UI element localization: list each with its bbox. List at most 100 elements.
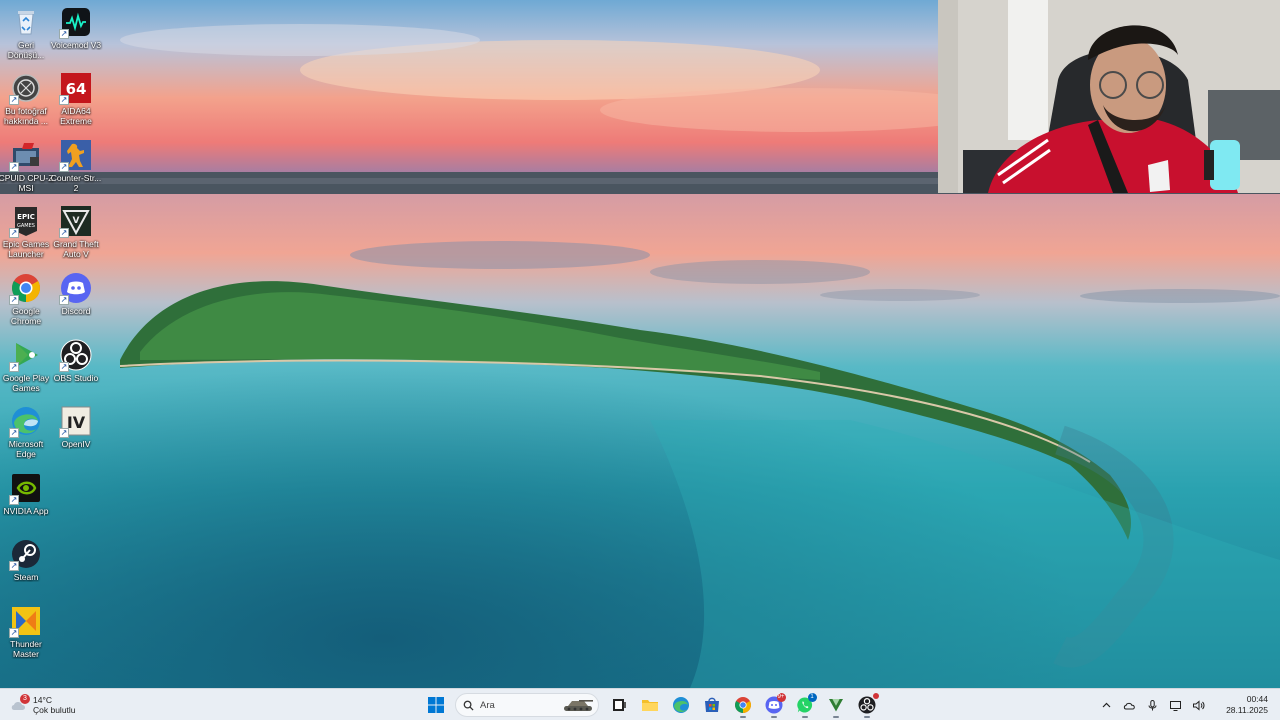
weather-widget[interactable]: 3 14°C Çok bulutlu [10, 693, 130, 717]
shortcut-arrow-icon: ↗ [9, 362, 19, 372]
clock-time: 00:44 [1246, 694, 1268, 704]
obs-taskbar-button[interactable] [854, 692, 880, 718]
about-photo-icon: ↗ [9, 72, 42, 105]
shortcut-arrow-icon: ↗ [59, 362, 69, 372]
speaker-icon [1193, 699, 1205, 711]
search-icon [463, 700, 474, 711]
desktop-icon-gta[interactable]: V ↗ Grand Theft Auto V [50, 205, 102, 269]
search-highlight-tank-icon [564, 700, 593, 711]
onedrive-button[interactable] [1120, 695, 1140, 715]
desktop-icon-obs[interactable]: ↗ OBS Studio [50, 339, 102, 403]
edge-taskbar-button[interactable] [668, 692, 694, 718]
v-logo-icon [828, 699, 843, 712]
aida64-icon: 64 ↗ [59, 72, 92, 105]
clock-date: 28.11.2025 [1226, 705, 1268, 715]
task-view-icon [612, 699, 626, 711]
shortcut-arrow-icon: ↗ [59, 29, 69, 39]
desktop-icons: Geri Dönüşü... ↗ Bu fotoğraf hakkında ..… [0, 0, 110, 688]
edge-icon [672, 697, 689, 713]
desktop-icon-voicemod[interactable]: ↗ Voicemod V3 [50, 6, 102, 70]
microphone-button[interactable] [1143, 695, 1163, 715]
desktop-icon-nvidia[interactable]: ↗ NVIDIA App [0, 472, 52, 536]
shortcut-arrow-icon: ↗ [9, 561, 19, 571]
shortcut-arrow-icon: ↗ [9, 495, 19, 505]
store-icon [704, 697, 719, 712]
desktop-icon-aida64[interactable]: 64 ↗ AIDA64 Extreme [50, 72, 102, 136]
desktop-icon-cpuz[interactable]: ↗ CPUID CPU-Z MSI [0, 139, 53, 203]
shortcut-arrow-icon: ↗ [59, 95, 69, 105]
task-view-button[interactable] [606, 692, 632, 718]
obs-icon [858, 696, 875, 714]
chevron-up-icon [1102, 702, 1111, 707]
discord-taskbar-button[interactable]: 9+ [761, 692, 787, 718]
microphone-icon [1148, 699, 1157, 710]
cpuz-icon: ↗ [9, 139, 42, 172]
desktop-icon-epic-games[interactable]: EPIC GAMES ↗ Epic Games Launcher [0, 205, 52, 269]
chrome-icon [734, 697, 751, 713]
shortcut-arrow-icon: ↗ [9, 428, 19, 438]
weather-temp: 14°C [33, 695, 52, 705]
shortcut-arrow-icon: ↗ [9, 162, 19, 172]
cloud-icon: 3 [10, 694, 30, 714]
desktop-icon-openiv[interactable]: IV ↗ OpenIV [50, 405, 102, 469]
webcam-overlay [938, 0, 1280, 193]
edge-icon: ↗ [9, 405, 42, 438]
display-button[interactable] [1166, 695, 1186, 715]
svg-text:EPIC: EPIC [17, 213, 35, 221]
svg-text:GAMES: GAMES [17, 223, 35, 229]
taskbar-apps: Ara 9+ 1 [420, 692, 882, 718]
openiv-icon: IV ↗ [59, 405, 92, 438]
system-tray [1095, 695, 1210, 715]
desktop-icon-chrome[interactable]: ↗ Google Chrome [0, 272, 52, 336]
desktop-icon-about-photo[interactable]: ↗ Bu fotoğraf hakkında ... [0, 72, 52, 136]
shortcut-arrow-icon: ↗ [9, 628, 19, 638]
counter-strike-icon: ↗ [59, 139, 92, 172]
shortcut-arrow-icon: ↗ [59, 162, 69, 172]
display-icon [1170, 700, 1181, 711]
start-button[interactable] [423, 692, 449, 718]
vectorworks-taskbar-button[interactable] [823, 692, 849, 718]
chrome-icon: ↗ [9, 272, 42, 305]
desktop-icon-thunder-master[interactable]: ↗ Thunder Master [0, 605, 52, 669]
chrome-taskbar-button[interactable] [730, 692, 756, 718]
windows-logo-icon [427, 697, 444, 713]
discord-icon: ↗ [59, 272, 92, 305]
search-box[interactable]: Ara [455, 693, 599, 717]
shortcut-arrow-icon: ↗ [59, 228, 69, 238]
desktop-icon-edge[interactable]: ↗ Microsoft Edge [0, 405, 52, 469]
svg-text:IV: IV [67, 413, 86, 432]
shortcut-arrow-icon: ↗ [59, 428, 69, 438]
whatsapp-notification-badge: 1 [807, 693, 817, 702]
shortcut-arrow-icon: ↗ [59, 295, 69, 305]
clock[interactable]: 00:44 28.11.2025 [1218, 694, 1268, 716]
desktop[interactable]: Geri Dönüşü... ↗ Bu fotoğraf hakkında ..… [0, 0, 1280, 688]
recycle-bin-icon [10, 6, 42, 38]
webcam-feed-image [938, 0, 1280, 193]
desktop-icon-counter-strike[interactable]: ↗ Counter-Str... 2 [50, 139, 102, 203]
desktop-icon-google-play-games[interactable]: ↗ Google Play Games [0, 339, 52, 403]
obs-recording-dot [872, 693, 879, 699]
steam-icon: ↗ [9, 538, 42, 571]
svg-text:V: V [73, 216, 80, 226]
weather-badge: 3 [20, 694, 30, 704]
shortcut-arrow-icon: ↗ [9, 95, 19, 105]
google-play-games-icon: ↗ [9, 339, 42, 372]
whatsapp-taskbar-button[interactable]: 1 [792, 692, 818, 718]
thunder-master-icon: ↗ [9, 605, 42, 638]
desktop-icon-discord[interactable]: ↗ Discord [50, 272, 102, 336]
file-explorer-button[interactable] [637, 692, 663, 718]
epic-games-icon: EPIC GAMES ↗ [9, 205, 42, 238]
volume-button[interactable] [1189, 695, 1209, 715]
search-placeholder: Ara [480, 699, 495, 711]
microsoft-store-button[interactable] [699, 692, 725, 718]
shortcut-arrow-icon: ↗ [9, 295, 19, 305]
weather-condition: Çok bulutlu [33, 705, 76, 715]
show-hidden-icons-button[interactable] [1097, 695, 1117, 715]
folder-icon [641, 700, 658, 711]
desktop-icon-recycle-bin[interactable]: Geri Dönüşü... [0, 6, 52, 70]
shortcut-arrow-icon: ↗ [9, 228, 19, 238]
desktop-icon-steam[interactable]: ↗ Steam [0, 538, 52, 602]
discord-notification-badge: 9+ [776, 693, 786, 702]
nvidia-icon: ↗ [9, 472, 42, 505]
obs-icon: ↗ [59, 339, 92, 372]
